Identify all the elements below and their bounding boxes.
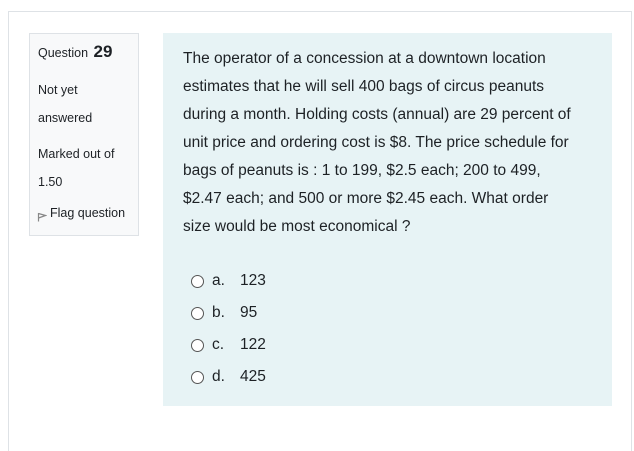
- answer-letter: a.: [212, 272, 225, 289]
- answer-option-b[interactable]: b. 95: [191, 297, 266, 329]
- answer-options: a. 123 b. 95 c. 122 d. 425: [191, 265, 266, 393]
- answer-letter: d.: [212, 368, 225, 385]
- question-state: Not yet answered: [38, 76, 134, 132]
- answer-letter: b.: [212, 304, 225, 321]
- question-number: Question 29: [38, 42, 112, 62]
- answer-letter: c.: [212, 336, 225, 353]
- state-line-2: answered: [38, 111, 93, 125]
- answer-value: 425: [240, 368, 266, 385]
- answer-option-c[interactable]: c. 122: [191, 329, 266, 361]
- question-text: The operator of a concession at a downto…: [183, 45, 603, 241]
- answer-value: 123: [240, 272, 266, 289]
- radio-unchecked-icon[interactable]: [191, 338, 204, 352]
- answer-value: 122: [240, 336, 266, 353]
- question-text-line: estimates that he will sell 400 bags of …: [183, 78, 544, 95]
- flag-question-button[interactable]: Flag question: [37, 206, 125, 222]
- question-text-line: during a month. Holding costs (annual) a…: [183, 106, 571, 123]
- radio-unchecked-icon[interactable]: [191, 274, 204, 288]
- question-content: The operator of a concession at a downto…: [163, 33, 612, 406]
- question-text-line: The operator of a concession at a downto…: [183, 50, 546, 67]
- radio-unchecked-icon[interactable]: [191, 306, 204, 320]
- question-text-line: bags of peanuts is : 1 to 199, $2.5 each…: [183, 162, 541, 179]
- answer-value: 95: [240, 304, 258, 321]
- radio-unchecked-icon[interactable]: [191, 370, 204, 384]
- question-text-line: unit price and ordering cost is $8. The …: [183, 134, 569, 151]
- grade-line-2: 1.50: [38, 175, 63, 189]
- answer-option-d[interactable]: d. 425: [191, 361, 266, 393]
- question-info-panel: Question 29 Not yet answered Marked out …: [29, 33, 139, 236]
- grade-line-1: Marked out of: [38, 147, 115, 161]
- question-text-line: size would be most economical ?: [183, 218, 411, 235]
- flag-icon: [37, 212, 47, 222]
- answer-option-a[interactable]: a. 123: [191, 265, 266, 297]
- question-label: Question: [38, 46, 89, 60]
- question-grade: Marked out of 1.50: [38, 140, 134, 196]
- question-text-line: $2.47 each; and 500 or more $2.45 each. …: [183, 190, 549, 207]
- state-line-1: Not yet: [38, 83, 78, 97]
- question-number-value: 29: [93, 42, 113, 61]
- flag-question-label: Flag question: [50, 206, 126, 220]
